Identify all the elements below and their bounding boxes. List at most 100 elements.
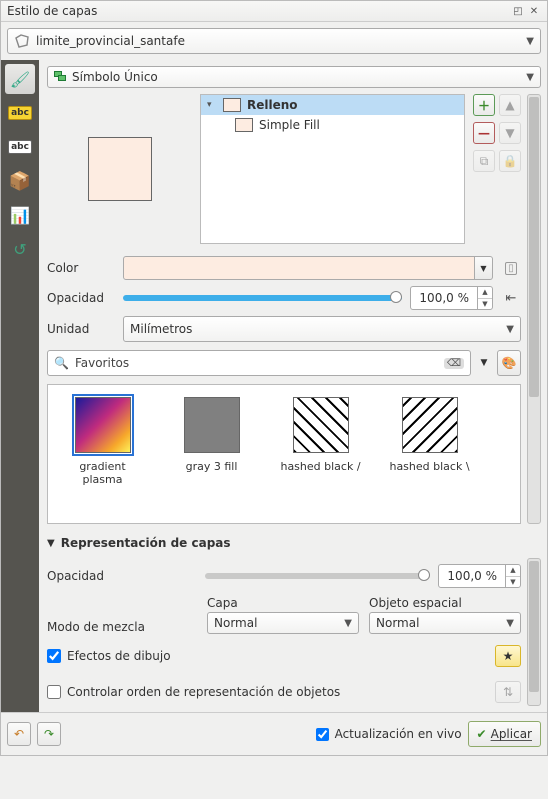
- tab-masks[interactable]: abc: [5, 132, 35, 162]
- customize-effects-button[interactable]: ★: [495, 645, 521, 667]
- vertical-scrollbar-upper[interactable]: [527, 94, 541, 524]
- layer-opacity-spinbox[interactable]: 100,0 % ▲▼: [438, 564, 521, 588]
- cube-icon: 📦: [9, 171, 31, 192]
- renderer-selector[interactable]: Símbolo Único ▼: [47, 66, 541, 88]
- property-grid: Color ▼ ▯ Opacidad: [47, 256, 521, 342]
- opacity-spinbox[interactable]: 100,0 % ▲▼: [410, 286, 493, 310]
- layer-opacity-row: Opacidad 100,0 % ▲▼: [47, 564, 521, 588]
- duplicate-button[interactable]: ⧉: [473, 150, 495, 172]
- left-tab-bar: 🖌 abc abc 📦 📊 ↺: [1, 60, 39, 712]
- move-down-button[interactable]: ▼: [499, 122, 521, 144]
- collapse-icon[interactable]: ▾: [207, 100, 217, 110]
- undo-button[interactable]: ↶: [7, 722, 31, 746]
- layer-selector[interactable]: limite_provincial_santafe ▼: [7, 28, 541, 54]
- spin-down[interactable]: ▼: [478, 299, 492, 310]
- opacity-row: Opacidad 100,0 % ▲▼ ⇤: [47, 286, 521, 310]
- layer-selector-row: limite_provincial_santafe ▼: [1, 22, 547, 60]
- detach-icon[interactable]: ◰: [511, 4, 525, 18]
- live-update-checkbox[interactable]: [316, 728, 329, 741]
- unit-row: Unidad Milímetros ▼: [47, 316, 521, 342]
- triangle-down-icon: ▼: [505, 126, 514, 140]
- layer-opacity-slider[interactable]: [205, 566, 430, 586]
- layer-opacity-value: 100,0 %: [439, 565, 505, 587]
- layer-rendering-title: Representación de capas: [61, 536, 231, 550]
- lock-button[interactable]: 🔒: [499, 150, 521, 172]
- triangle-up-icon: ▲: [505, 98, 514, 112]
- blend-feature-header: Objeto espacial: [369, 596, 521, 610]
- tab-history[interactable]: ↺: [5, 234, 35, 264]
- style-label: hashed black /: [280, 461, 360, 474]
- chevron-down-icon: ▼: [522, 36, 534, 47]
- chevron-down-icon: ▼: [522, 72, 534, 83]
- favorites-dropdown[interactable]: ▼: [477, 350, 491, 376]
- style-item-hash-fwd[interactable]: hashed black /: [278, 397, 363, 511]
- right-pane: Símbolo Único ▼ ▾ Relleno: [39, 60, 547, 712]
- control-order-checkbox[interactable]: [47, 685, 61, 699]
- clear-search-icon[interactable]: ⌫: [444, 358, 464, 369]
- symbol-preview-swatch: [88, 137, 152, 201]
- move-up-button[interactable]: ▲: [499, 94, 521, 116]
- data-defined-override[interactable]: ▯: [501, 258, 521, 278]
- style-item-hash-back[interactable]: hashed black \: [387, 397, 472, 511]
- undo-icon: ↶: [14, 727, 24, 741]
- fill-chip-icon: [235, 118, 253, 132]
- abc-yellow-icon: abc: [8, 106, 32, 120]
- close-icon[interactable]: ✕: [527, 4, 541, 18]
- stack-icon: 📊: [10, 206, 30, 225]
- chevron-down-icon: ▼: [480, 264, 486, 273]
- fill-chip-icon: [223, 98, 241, 112]
- live-update-label: Actualización en vivo: [335, 727, 462, 741]
- blend-feature-combo[interactable]: Normal ▼: [369, 612, 521, 634]
- style-item-plasma[interactable]: gradient plasma: [60, 397, 145, 511]
- redo-button[interactable]: ↷: [37, 722, 61, 746]
- renderer-selector-text: Símbolo Único: [72, 70, 522, 84]
- apply-button[interactable]: ✔ Aplicar: [468, 721, 541, 747]
- sort-icon: ⇅: [503, 685, 513, 699]
- expression-icon: ⇤: [506, 291, 517, 306]
- layer-rendering-header[interactable]: ▼ Representación de capas: [47, 534, 541, 552]
- tab-3dview[interactable]: 📦: [5, 166, 35, 196]
- spin-up[interactable]: ▲: [478, 287, 492, 299]
- copy-icon: ⧉: [480, 154, 489, 169]
- style-manager-button[interactable]: 🎨: [497, 350, 521, 376]
- style-label: gradient plasma: [60, 461, 145, 486]
- tab-symbology[interactable]: 🖌: [5, 64, 35, 94]
- tree-row-relleno[interactable]: ▾ Relleno: [201, 95, 464, 115]
- polygon-icon: [14, 33, 30, 49]
- layer-styling-panel: Estilo de capas ◰ ✕ limite_provincial_sa…: [0, 0, 548, 756]
- minus-icon: —: [478, 126, 490, 140]
- check-icon: ✔: [477, 727, 487, 741]
- blend-layer-combo[interactable]: Normal ▼: [207, 612, 359, 634]
- unit-selector[interactable]: Milímetros ▼: [123, 316, 521, 342]
- control-order-row: Controlar orden de representación de obj…: [47, 678, 521, 706]
- sort-order-button[interactable]: ⇅: [495, 681, 521, 703]
- symbol-layer-tree[interactable]: ▾ Relleno Simple Fill: [200, 94, 465, 244]
- tree-label: Simple Fill: [259, 118, 320, 132]
- abc-white-icon: abc: [8, 140, 32, 154]
- redo-icon: ↷: [44, 727, 54, 741]
- unit-value: Milímetros: [130, 322, 502, 336]
- opacity-label: Opacidad: [47, 291, 115, 305]
- chevron-down-icon: ▼: [340, 618, 352, 629]
- style-thumb: [402, 397, 458, 453]
- color-dropdown-button[interactable]: ▼: [475, 256, 493, 280]
- draw-effects-checkbox[interactable]: [47, 649, 61, 663]
- style-item-gray3[interactable]: gray 3 fill: [169, 397, 254, 511]
- favorites-search-text: Favoritos: [75, 356, 438, 370]
- tab-diagrams[interactable]: 📊: [5, 200, 35, 230]
- tree-row-simplefill[interactable]: Simple Fill: [201, 115, 464, 135]
- style-thumb: [75, 397, 131, 453]
- remove-symbol-layer-button[interactable]: —: [473, 122, 495, 144]
- tab-labels[interactable]: abc: [5, 98, 35, 128]
- bottom-bar: ↶ ↷ Actualización en vivo ✔ Aplicar: [1, 712, 547, 755]
- data-defined-override[interactable]: ⇤: [501, 288, 521, 308]
- add-symbol-layer-button[interactable]: ＋: [473, 94, 495, 116]
- favorites-search[interactable]: 🔍 Favoritos ⌫: [47, 350, 471, 376]
- opacity-slider[interactable]: [123, 288, 402, 308]
- spin-down[interactable]: ▼: [506, 577, 520, 588]
- spin-up[interactable]: ▲: [506, 565, 520, 577]
- blend-layer-value: Normal: [214, 616, 340, 630]
- color-picker[interactable]: [123, 256, 475, 280]
- star-icon: ★: [503, 649, 514, 663]
- vertical-scrollbar-lower[interactable]: [527, 558, 541, 706]
